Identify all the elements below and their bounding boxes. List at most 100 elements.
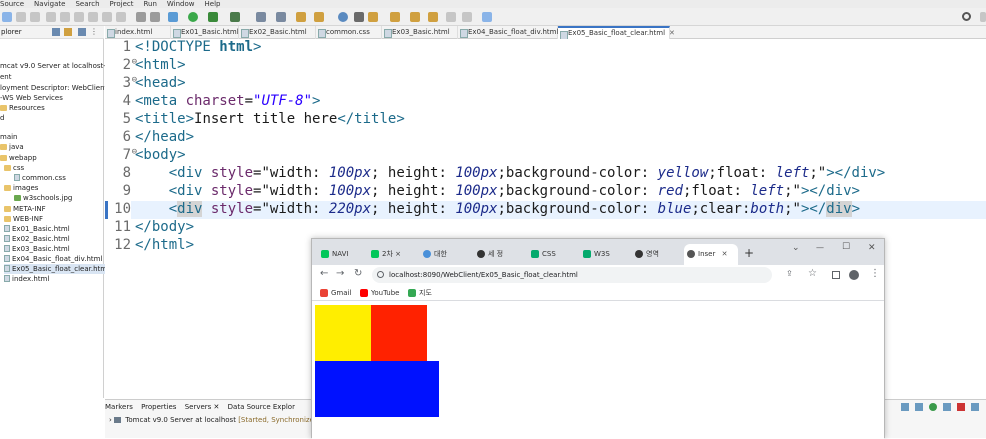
- filter-icon[interactable]: [78, 28, 86, 36]
- tree-item-meta-inf[interactable]: META-INF: [4, 204, 46, 214]
- open-type-icon[interactable]: [296, 12, 306, 22]
- menu-search[interactable]: Search: [75, 0, 99, 8]
- resume-icon[interactable]: [60, 12, 70, 22]
- tab-search-icon[interactable]: ⌄: [792, 243, 800, 253]
- menu-source[interactable]: Source: [0, 0, 24, 8]
- tree-item-ex03[interactable]: Ex03_Basic.html: [4, 244, 70, 254]
- browser-tab-3[interactable]: 대한: [420, 244, 466, 265]
- forward-icon[interactable]: [428, 12, 438, 22]
- external-tools-icon[interactable]: [230, 12, 240, 22]
- tab-ex02-basic[interactable]: Ex02_Basic.html: [239, 26, 316, 39]
- tab-ex01-basic[interactable]: Ex01_Basic.html: [171, 26, 239, 39]
- bookmark-youtube[interactable]: YouTube: [360, 285, 399, 301]
- tree-item-main[interactable]: main: [0, 132, 18, 142]
- address-bar[interactable]: localhost:8090/WebClient/Ex05_Basic_floa…: [372, 267, 772, 283]
- tree-item-build[interactable]: d: [0, 113, 4, 123]
- nav-back-icon[interactable]: [446, 12, 456, 22]
- close-button[interactable]: ✕: [868, 243, 876, 253]
- maximize-view-icon[interactable]: [482, 12, 492, 22]
- tree-item-web-inf[interactable]: WEB-INF: [4, 214, 43, 224]
- tree-item-deployment[interactable]: loyment Descriptor: WebClient: [0, 83, 107, 93]
- tab-index-html[interactable]: index.html: [105, 26, 171, 39]
- menu-window[interactable]: Window: [167, 0, 195, 8]
- disconnect-icon[interactable]: [88, 12, 98, 22]
- pin-icon[interactable]: [354, 12, 364, 22]
- tab-markers[interactable]: Markers: [105, 400, 133, 414]
- close-tab-icon[interactable]: ✕: [722, 250, 728, 258]
- tab-ex04-float-div[interactable]: Ex04_Basic_float_div.html: [458, 26, 558, 39]
- tab-servers[interactable]: Servers ✕: [185, 400, 220, 414]
- tree-item-index[interactable]: index.html: [4, 274, 49, 284]
- tree-item-ex01[interactable]: Ex01_Basic.html: [4, 224, 70, 234]
- open-task-icon[interactable]: [314, 12, 324, 22]
- tree-item-w3schools-jpg[interactable]: w3schools.jpg: [14, 193, 72, 203]
- reload-icon[interactable]: ↻: [354, 269, 362, 279]
- browser-tab-insert-title[interactable]: Inser ✕: [684, 244, 738, 265]
- browser-tab-4[interactable]: 세 정: [474, 244, 522, 265]
- share-icon[interactable]: ⇪: [786, 269, 793, 279]
- terminal-icon[interactable]: [30, 12, 40, 22]
- back-icon[interactable]: [410, 12, 420, 22]
- server-run-icon[interactable]: [208, 12, 218, 22]
- tab-ex05-float-clear[interactable]: Ex05_Basic_float_clear.html ✕: [558, 26, 675, 40]
- tab-data-source-explorer[interactable]: Data Source Explor: [228, 400, 295, 414]
- toggle-icon[interactable]: [150, 12, 160, 22]
- close-icon[interactable]: ✕: [669, 29, 675, 37]
- tree-item-ex05[interactable]: Ex05_Basic_float_clear.html: [4, 264, 110, 274]
- profile-icon[interactable]: [849, 270, 859, 280]
- tree-item-resources[interactable]: Resources: [0, 103, 45, 113]
- tree-item-java[interactable]: java: [0, 142, 24, 152]
- menu-icon[interactable]: ⋮: [870, 269, 880, 279]
- skip-icon[interactable]: [46, 12, 56, 22]
- profile-server-icon[interactable]: [943, 403, 951, 411]
- browser-tab-7[interactable]: 영역: [632, 244, 680, 265]
- view-menu-icon[interactable]: ⋮: [90, 28, 98, 36]
- server-row[interactable]: › Tomcat v9.0 Server at localhost [Start…: [109, 416, 321, 424]
- stop-server-icon[interactable]: [957, 403, 965, 411]
- tree-item-ex02[interactable]: Ex02_Basic.html: [4, 234, 70, 244]
- step-over-icon[interactable]: [116, 12, 126, 22]
- browser-tab-naver[interactable]: NAVI: [318, 244, 360, 265]
- menu-help[interactable]: Help: [205, 0, 221, 8]
- debug-icon[interactable]: [168, 12, 178, 22]
- maximize-button[interactable]: ☐: [842, 242, 850, 252]
- tab-properties[interactable]: Properties: [141, 400, 176, 414]
- new-package-icon[interactable]: [276, 12, 286, 22]
- list-icon[interactable]: [136, 12, 146, 22]
- tab-ex03-basic[interactable]: Ex03_Basic.html: [382, 26, 458, 39]
- start-server-icon[interactable]: [929, 403, 937, 411]
- tree-item-web-services[interactable]: -WS Web Services: [0, 93, 63, 103]
- minimize-button[interactable]: —: [816, 243, 824, 252]
- tree-item-images[interactable]: images: [4, 183, 38, 193]
- save-icon[interactable]: [2, 12, 12, 22]
- new-tab-button[interactable]: +: [744, 247, 754, 259]
- link-editor-icon[interactable]: [64, 28, 72, 36]
- suspend-icon[interactable]: [74, 12, 84, 22]
- new-server-icon[interactable]: [256, 12, 266, 22]
- side-panel-icon[interactable]: [832, 271, 840, 279]
- search-icon[interactable]: [962, 12, 971, 21]
- tree-item-common-css[interactable]: common.css: [14, 173, 66, 183]
- debug-server-icon[interactable]: [915, 403, 923, 411]
- tree-item-css[interactable]: css: [4, 163, 24, 173]
- run-icon[interactable]: [188, 12, 198, 22]
- browser-tab-w3s[interactable]: W3S: [580, 244, 626, 265]
- menu-navigate[interactable]: Navigate: [34, 0, 65, 8]
- next-annotation-icon[interactable]: [368, 12, 378, 22]
- menu-run[interactable]: Run: [143, 0, 156, 8]
- nav-forward-icon[interactable]: [462, 12, 472, 22]
- browser-tab-css[interactable]: CSS: [528, 244, 574, 265]
- collapse-all-icon[interactable]: [52, 28, 60, 36]
- menu-project[interactable]: Project: [110, 0, 134, 8]
- info-icon[interactable]: [377, 271, 384, 278]
- web-browser-icon[interactable]: [338, 12, 348, 22]
- bookmark-maps[interactable]: 지도: [408, 285, 432, 301]
- new-server-icon[interactable]: [901, 403, 909, 411]
- publish-icon[interactable]: [971, 403, 979, 411]
- step-into-icon[interactable]: [102, 12, 112, 22]
- prev-annotation-icon[interactable]: [390, 12, 400, 22]
- expand-icon[interactable]: ›: [109, 416, 112, 424]
- tree-item-webapp[interactable]: webapp: [0, 153, 37, 163]
- back-icon[interactable]: ←: [320, 269, 328, 279]
- bookmark-star-icon[interactable]: ☆: [808, 269, 817, 279]
